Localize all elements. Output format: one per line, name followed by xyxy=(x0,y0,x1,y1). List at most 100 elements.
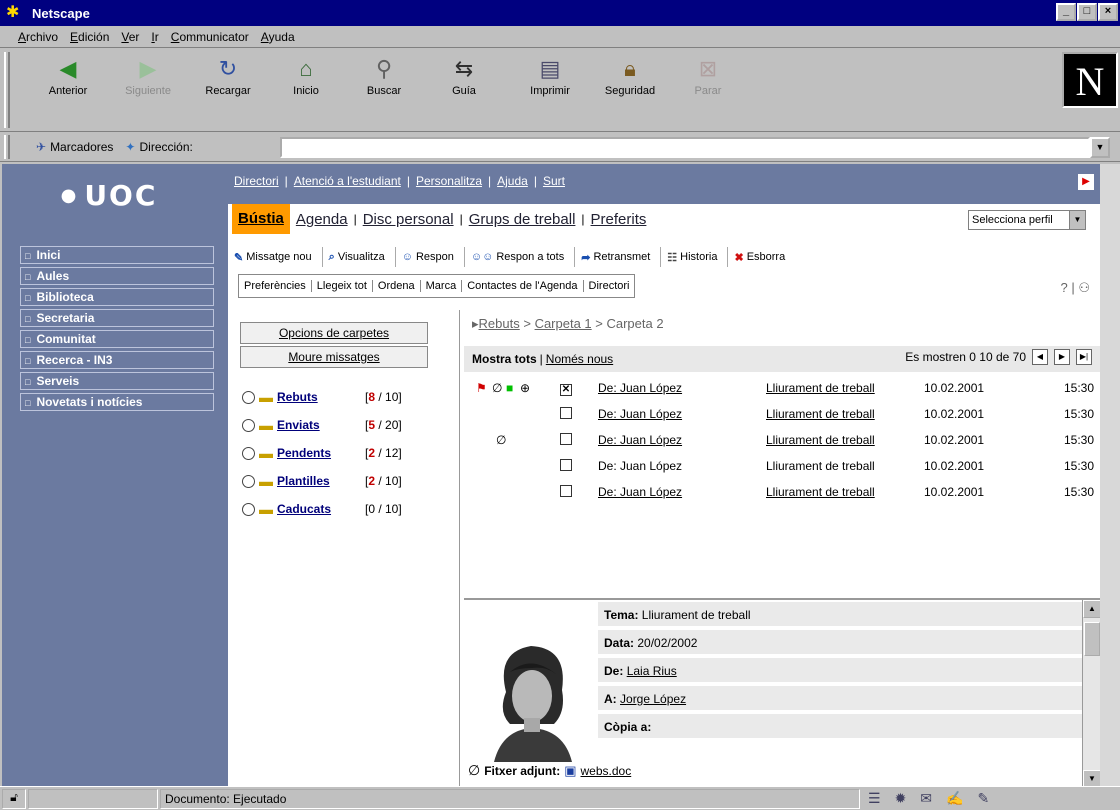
message-row[interactable]: De: Juan López Lliurament de treball 10.… xyxy=(464,402,1100,428)
folder-options-button[interactable]: Opcions de carpetes xyxy=(240,322,428,344)
print-button[interactable]: ▤ Imprimir xyxy=(512,56,588,97)
folder-row-enviats[interactable]: ▬ Enviats [5 / 20] xyxy=(242,414,402,436)
move-messages-button[interactable]: Moure missatges xyxy=(240,346,428,368)
binoculars-icon[interactable]: ⚇ xyxy=(1078,280,1090,295)
navigator-icon[interactable]: ✹ xyxy=(895,790,907,807)
folder-radio[interactable] xyxy=(242,446,255,460)
scroll-down-icon[interactable]: ▼ xyxy=(1083,770,1100,786)
sidebar-item-secretaria[interactable]: □ Secretaria xyxy=(20,309,214,327)
message-subject[interactable]: Lliurament de treball xyxy=(766,485,875,499)
flag-icon[interactable]: ▶ xyxy=(1078,174,1094,190)
message-subject[interactable]: Lliurament de treball xyxy=(766,407,875,421)
composer-icon[interactable]: ✍ xyxy=(946,790,963,807)
menu2-llegeix-tot[interactable]: Llegeix tot xyxy=(312,280,373,292)
menu-ir[interactable]: Ir xyxy=(151,30,158,44)
tab-agenda[interactable]: Agenda xyxy=(296,211,348,228)
menu-archivo[interactable]: Archivo xyxy=(18,30,58,44)
search-button[interactable]: ⚲ Buscar xyxy=(346,56,422,97)
folder-row-caducats[interactable]: ▬ Caducats [0 / 10] xyxy=(242,498,402,520)
folder-radio[interactable] xyxy=(242,502,255,516)
minimize-button[interactable]: _ xyxy=(1056,3,1076,21)
sidebar-item-aules[interactable]: □ Aules xyxy=(20,267,214,285)
scroll-thumb[interactable] xyxy=(1084,622,1100,656)
menu2-marca[interactable]: Marca xyxy=(421,280,463,292)
last-page-button[interactable]: ▶| xyxy=(1076,349,1092,365)
folder-radio[interactable] xyxy=(242,474,255,488)
sidebar-item-biblioteca[interactable]: □ Biblioteca xyxy=(20,288,214,306)
back-button[interactable]: ◀ Anterior xyxy=(30,56,106,97)
sender-link[interactable]: Laia Rius xyxy=(627,664,677,678)
reload-button[interactable]: ↻ Recargar xyxy=(190,56,266,97)
folder-radio[interactable] xyxy=(242,418,255,432)
new-message-button[interactable]: ✎ Missatge nou xyxy=(228,247,323,267)
menu-communicator[interactable]: Communicator xyxy=(171,30,249,44)
forward-button[interactable]: ▶ Siguiente xyxy=(110,56,186,97)
reply-all-button[interactable]: ☺☺ Respon a tots xyxy=(465,247,576,267)
tab-disc-personal[interactable]: Disc personal xyxy=(363,211,454,228)
home-button[interactable]: ⌂ Inicio xyxy=(268,56,344,97)
message-row[interactable]: ∅ De: Juan López Lliurament de treball 1… xyxy=(464,428,1100,454)
next-page-button[interactable]: ▶ xyxy=(1054,349,1070,365)
url-field[interactable] xyxy=(280,137,1090,158)
menu2-directori[interactable]: Directori xyxy=(584,280,635,292)
message-subject[interactable]: Lliurament de treball xyxy=(766,381,875,395)
message-checkbox[interactable] xyxy=(560,485,572,500)
menu2-ordena[interactable]: Ordena xyxy=(373,280,421,292)
message-row[interactable]: De: Juan López Lliurament de treball 10.… xyxy=(464,454,1100,480)
message-checkbox[interactable] xyxy=(560,459,572,474)
url-dropdown-button[interactable]: ▼ xyxy=(1090,137,1110,158)
menu-edicion[interactable]: Edición xyxy=(70,30,109,44)
breadcrumb-rebuts[interactable]: Rebuts xyxy=(479,316,520,331)
link-atencio[interactable]: Atenció a l'estudiant xyxy=(294,174,401,188)
message-from[interactable]: De: Juan López xyxy=(598,381,682,395)
location-grip[interactable] xyxy=(4,135,10,159)
sidebar-item-inici[interactable]: □ Inici xyxy=(20,246,214,264)
sidebar-item-serveis[interactable]: □ Serveis xyxy=(20,372,214,390)
security-status-icon[interactable]: 🔓︎ xyxy=(2,788,26,809)
profile-select[interactable]: Selecciona perfil ▼ xyxy=(968,210,1086,230)
maximize-button[interactable]: □ xyxy=(1077,3,1097,21)
folder-row-pendents[interactable]: ▬ Pendents [2 / 12] xyxy=(242,442,402,464)
page-scrollbar[interactable] xyxy=(1100,164,1120,786)
recipient-link[interactable]: Jorge López xyxy=(620,692,686,706)
link-directori[interactable]: Directori xyxy=(234,174,279,188)
link-ajuda[interactable]: Ajuda xyxy=(497,174,528,188)
folder-row-rebuts[interactable]: ▬ Rebuts [8 / 10] xyxy=(242,386,402,408)
menu-ayuda[interactable]: Ayuda xyxy=(261,30,295,44)
bookmarks-button[interactable]: ✈ Marcadores xyxy=(36,140,113,154)
breadcrumb-carpeta-1[interactable]: Carpeta 1 xyxy=(535,316,592,331)
forward-button[interactable]: ➦ Retransmet xyxy=(575,247,662,267)
sidebar-item-comunitat[interactable]: □ Comunitat xyxy=(20,330,214,348)
only-new-link[interactable]: Només nous xyxy=(546,352,613,366)
tab-preferits[interactable]: Preferits xyxy=(591,211,647,228)
close-button[interactable]: × xyxy=(1098,3,1118,21)
help-icon[interactable]: ? xyxy=(1061,280,1068,295)
link-personalitza[interactable]: Personalitza xyxy=(416,174,482,188)
security-button[interactable]: 🔒︎ Seguridad xyxy=(592,56,668,97)
message-row[interactable]: ⚑ ∅ ■ ⊕ ✕ De: Juan López Lliurament de t… xyxy=(464,376,1100,402)
menu2-preferencies[interactable]: Preferències xyxy=(239,280,312,292)
reply-button[interactable]: ☺ Respon xyxy=(396,247,465,267)
tab-bustia[interactable]: Bústia xyxy=(232,204,290,234)
show-all-link[interactable]: Mostra tots xyxy=(472,352,537,366)
scroll-up-icon[interactable]: ▲ xyxy=(1083,600,1100,618)
message-row[interactable]: De: Juan López Lliurament de treball 10.… xyxy=(464,480,1100,506)
delete-button[interactable]: ✖ Esborra xyxy=(728,247,795,267)
folder-row-plantilles[interactable]: ▬ Plantilles [2 / 10] xyxy=(242,470,402,492)
tab-grups-treball[interactable]: Grups de treball xyxy=(469,211,576,228)
attachment-link[interactable]: webs.doc xyxy=(581,764,632,778)
message-subject[interactable]: Lliurament de treball xyxy=(766,433,875,447)
message-from[interactable]: De: Juan López xyxy=(598,459,682,473)
view-button[interactable]: ⌕ Visualitza xyxy=(323,247,396,267)
folder-radio[interactable] xyxy=(242,390,255,404)
link-surt[interactable]: Surt xyxy=(543,174,565,188)
message-from[interactable]: De: Juan López xyxy=(598,485,682,499)
message-checkbox[interactable]: ✕ xyxy=(560,381,572,396)
message-checkbox[interactable] xyxy=(560,407,572,422)
mail-icon[interactable]: ✉ xyxy=(920,790,932,807)
component-bar-icon[interactable]: ☰ xyxy=(868,790,881,807)
menu-ver[interactable]: Ver xyxy=(121,30,139,44)
menu2-contactes[interactable]: Contactes de l'Agenda xyxy=(462,280,584,292)
message-from[interactable]: De: Juan López xyxy=(598,407,682,421)
message-checkbox[interactable] xyxy=(560,433,572,448)
